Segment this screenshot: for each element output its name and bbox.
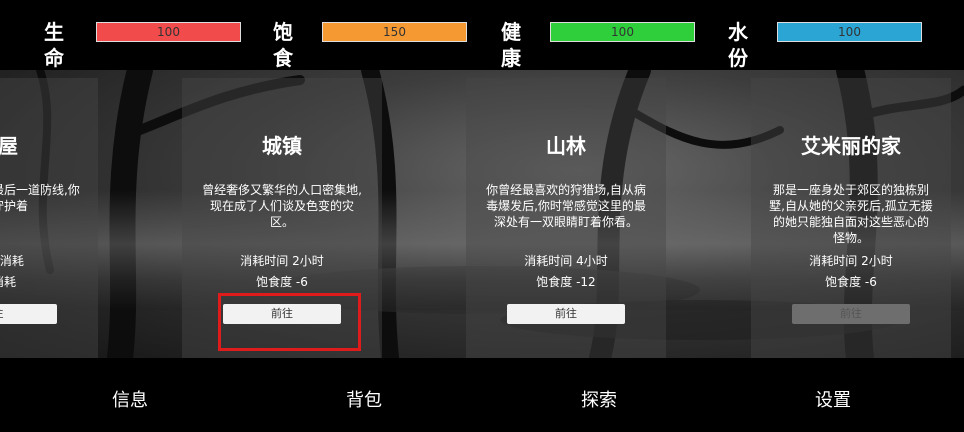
go-button-disabled: 前往 xyxy=(792,304,910,324)
card-time-cost: 消耗时间 2小时 xyxy=(240,254,324,268)
wellness-bar: 100 xyxy=(550,22,695,42)
card-food-cost: 饱食度 -6 xyxy=(825,275,877,289)
stat-label: 水份 xyxy=(728,20,748,70)
go-button[interactable]: 前往 xyxy=(507,304,625,324)
nav-explore[interactable]: 探索 xyxy=(549,386,649,412)
card-food-cost: 饱食度 -12 xyxy=(536,275,596,289)
card-time-cost: 时 无消耗 xyxy=(0,254,24,268)
status-bar: 生命 100 饱食 150 健康 100 水份 100 xyxy=(0,0,964,70)
card-title: 艾米丽的家 xyxy=(801,134,901,158)
card-time-cost: 消耗时间 2小时 xyxy=(809,254,893,268)
stat-label: 健康 xyxy=(501,20,521,70)
health-bar: 100 xyxy=(96,22,241,42)
explore-scene: 全屋 芥的世界中,它最后一道防线,你一样守护着 时 无消耗 无消耗 往 城镇 曾… xyxy=(0,70,964,358)
selection-highlight xyxy=(218,293,361,351)
stat-label: 生命 xyxy=(44,20,64,70)
bottom-nav: 信息 背包 探索 设置 xyxy=(0,358,964,432)
card-title: 山林 xyxy=(546,134,586,158)
card-time-cost: 消耗时间 4小时 xyxy=(524,254,608,268)
location-card-forest: 山林 你曾经最喜欢的狩猎场,自从病毒爆发后,你时常感觉这里的最深处有一双眼睛盯着… xyxy=(466,78,666,358)
card-title: 城镇 xyxy=(262,134,302,158)
card-description: 芥的世界中,它最后一道防线,你一样守护着 xyxy=(0,183,80,213)
water-bar: 100 xyxy=(777,22,922,42)
card-title: 全屋 xyxy=(0,134,18,158)
card-food-cost: 饱食度 -6 xyxy=(256,275,308,289)
card-description: 那是一座身处于郊区的独栋别墅,自从她的父亲死后,孤立无援的她只能独自面对这些恶心… xyxy=(769,183,933,245)
nav-info[interactable]: 信息 xyxy=(80,386,180,412)
stat-label: 饱食 xyxy=(273,20,293,70)
card-food-cost: 无消耗 xyxy=(0,275,16,289)
card-description: 你曾经最喜欢的狩猎场,自从病毒爆发后,你时常感觉这里的最深处有一双眼睛盯着你看。 xyxy=(486,183,646,229)
nav-settings[interactable]: 设置 xyxy=(783,386,883,412)
location-card-emily-home: 艾米丽的家 那是一座身处于郊区的独栋别墅,自从她的父亲死后,孤立无援的她只能独自… xyxy=(751,78,951,358)
satiety-bar: 150 xyxy=(322,22,467,42)
location-card-shelter: 全屋 芥的世界中,它最后一道防线,你一样守护着 时 无消耗 无消耗 往 xyxy=(0,78,98,358)
card-description: 曾经奢侈又繁华的人口密集地,现在成了人们谈及色变的灾区。 xyxy=(202,183,362,229)
go-button[interactable]: 往 xyxy=(0,304,57,324)
nav-backpack[interactable]: 背包 xyxy=(314,386,414,412)
